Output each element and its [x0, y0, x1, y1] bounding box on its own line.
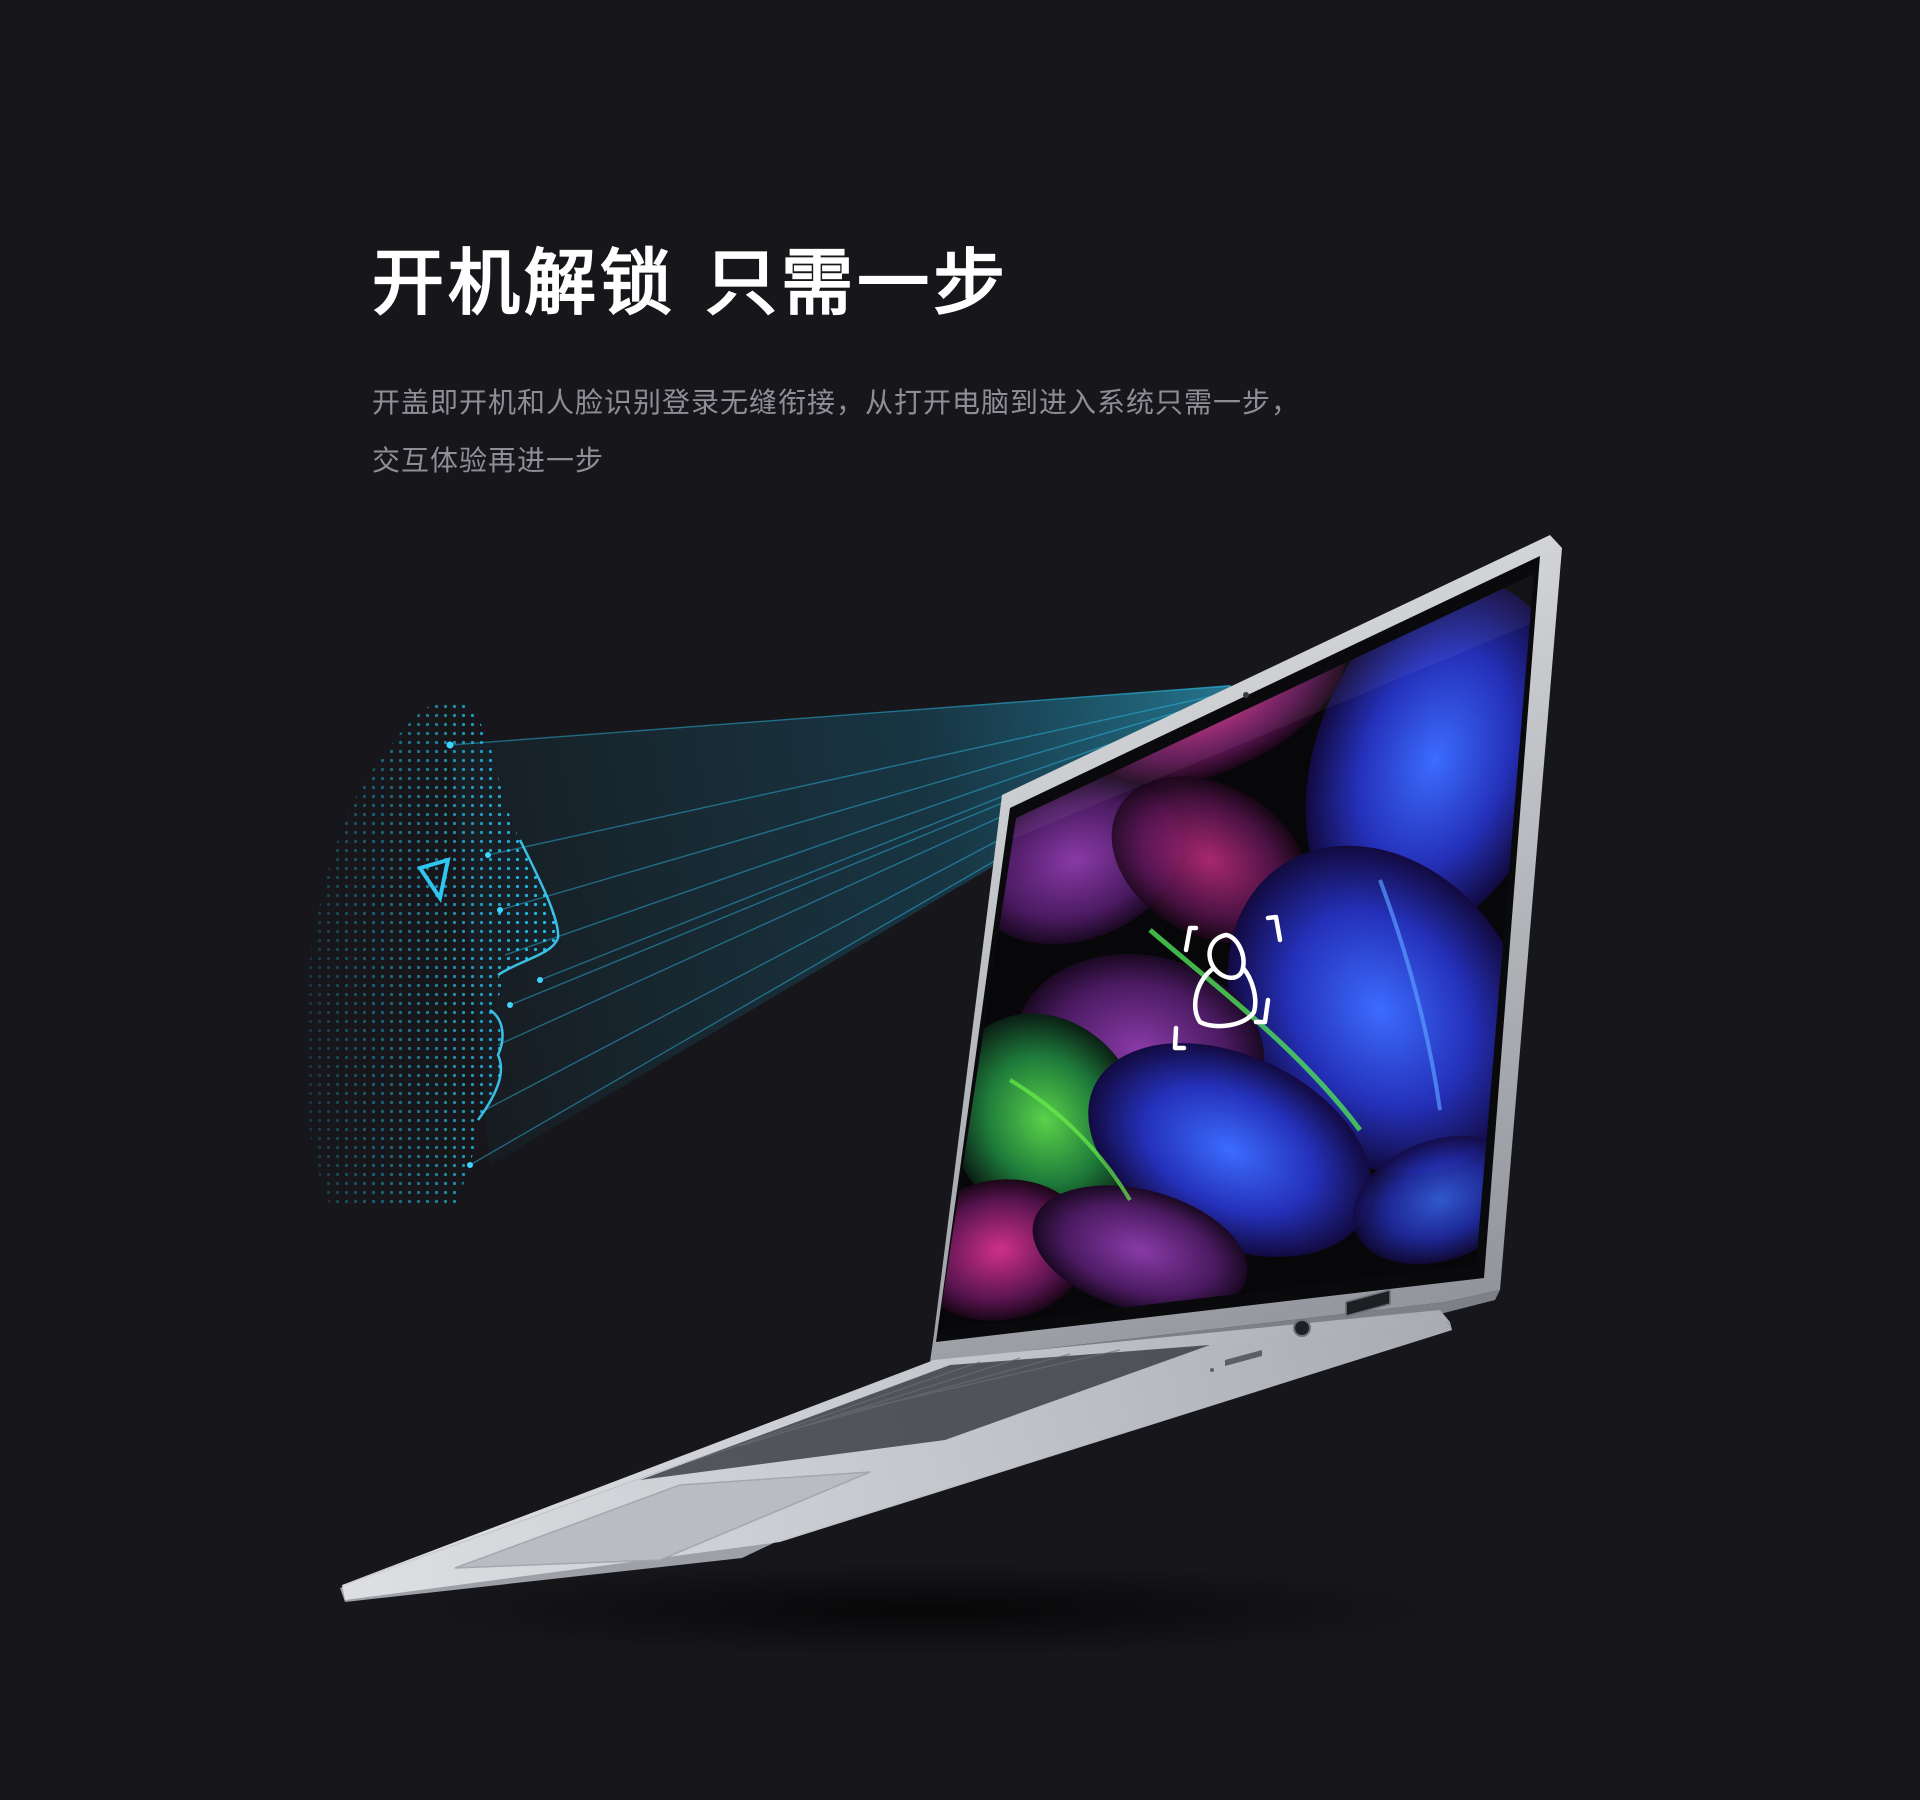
- status-light: [1210, 1368, 1214, 1372]
- product-illustration: [303, 535, 1562, 1658]
- webcam: [1243, 692, 1249, 698]
- headphone-jack: [1293, 1319, 1311, 1337]
